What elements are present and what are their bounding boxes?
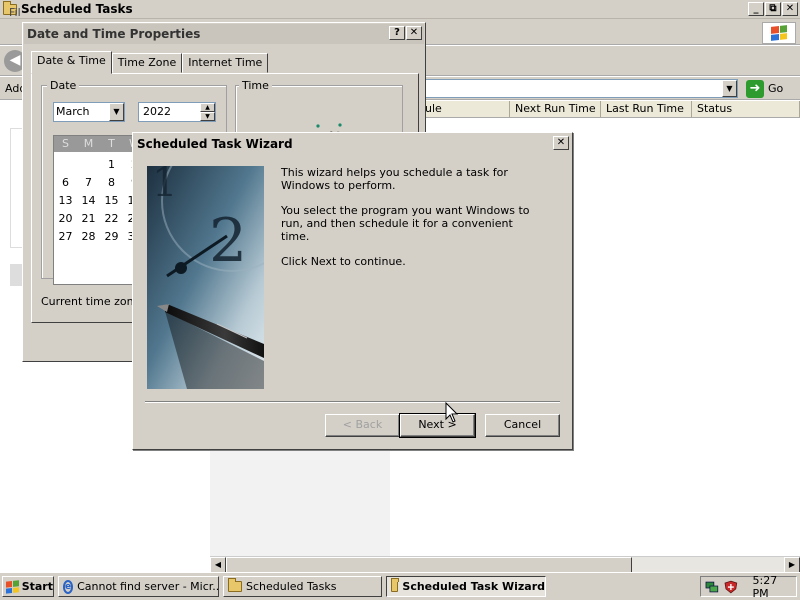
- taskbar-clock: 5:27 PM: [752, 573, 778, 600]
- taskbar-item-browser[interactable]: e Cannot find server - Micr...: [58, 576, 219, 597]
- tab-date-time[interactable]: Date & Time: [31, 51, 112, 74]
- wizard-title: Scheduled Task Wizard: [137, 137, 293, 151]
- calendar-day[interactable]: 29: [100, 228, 123, 246]
- calendar-day[interactable]: [54, 156, 77, 174]
- window-title: Scheduled Tasks: [21, 2, 133, 16]
- chevron-down-icon[interactable]: ▼: [722, 80, 737, 97]
- date-time-close-button[interactable]: ✕: [406, 26, 422, 40]
- system-tray: 5:27 PM: [700, 573, 797, 600]
- year-value: 2022: [143, 105, 171, 118]
- tab-internet-time[interactable]: Internet Time: [182, 53, 269, 73]
- scroll-thumb[interactable]: [226, 557, 632, 573]
- calendar-day[interactable]: 28: [77, 228, 100, 246]
- calendar-day[interactable]: [77, 156, 100, 174]
- address-input[interactable]: [420, 79, 738, 98]
- restore-button[interactable]: ⧉: [765, 2, 781, 16]
- scheduled-tasks-titlebar[interactable]: Scheduled Tasks _ ⧉ ✕: [0, 0, 800, 19]
- go-label: Go: [768, 82, 784, 95]
- column-last-run-time[interactable]: Last Run Time: [601, 101, 692, 118]
- calendar-day[interactable]: 22: [100, 210, 123, 228]
- calendar-day[interactable]: 7: [77, 174, 100, 192]
- task-list-header: ule Next Run Time Last Run Time Status: [420, 101, 800, 118]
- security-shield-tray-icon[interactable]: [724, 580, 738, 594]
- calendar-day[interactable]: 1: [100, 156, 123, 174]
- day-name: T: [108, 137, 115, 150]
- wizard-close-button[interactable]: ✕: [553, 136, 569, 150]
- wizard-titlebar[interactable]: Scheduled Task Wizard: [134, 134, 571, 154]
- list-background: [210, 448, 390, 556]
- column-next-run-time[interactable]: Next Run Time: [510, 101, 601, 118]
- date-group-label: Date: [47, 79, 80, 92]
- windows-logo-icon: [6, 579, 19, 594]
- windows-logo-icon: [762, 22, 796, 44]
- close-button[interactable]: ✕: [782, 2, 798, 16]
- taskbar-item-scheduled-tasks[interactable]: Scheduled Tasks: [223, 576, 382, 597]
- wizard-paragraph-1: This wizard helps you schedule a task fo…: [281, 166, 508, 192]
- wizard-paragraph-2: You select the program you want Windows …: [281, 204, 530, 243]
- day-name: M: [83, 137, 94, 150]
- timezone-label: Current time zone:: [41, 295, 145, 308]
- network-tray-icon[interactable]: [705, 580, 719, 594]
- menu-file[interactable]: Fil: [9, 6, 21, 19]
- scroll-right-icon[interactable]: ▶: [784, 557, 800, 573]
- folder-icon: [228, 578, 242, 592]
- start-label: Start: [21, 580, 53, 593]
- svg-text:2: 2: [209, 206, 247, 276]
- column-status[interactable]: Status: [692, 101, 800, 118]
- wizard-banner-image: 2 1: [147, 166, 264, 389]
- spin-down-icon[interactable]: ▼: [200, 112, 215, 121]
- start-button[interactable]: Start: [2, 576, 54, 597]
- next-button[interactable]: Next >: [399, 413, 476, 438]
- calendar-day[interactable]: 13: [54, 192, 77, 210]
- tab-time-zone[interactable]: Time Zone: [111, 53, 183, 73]
- time-group-label: Time: [239, 79, 272, 92]
- wizard-intro-text: This wizard helps you schedule a task fo…: [281, 166, 541, 280]
- calendar-day[interactable]: 21: [77, 210, 100, 228]
- taskbar-item-label: Scheduled Task Wizard: [402, 580, 545, 593]
- calendar-day[interactable]: 15: [100, 192, 123, 210]
- horizontal-scrollbar[interactable]: ◀ ▶: [210, 556, 800, 573]
- scheduled-task-wizard-dialog: Scheduled Task Wizard ✕ 2 1 This wizard …: [132, 132, 573, 450]
- chevron-down-icon[interactable]: ▼: [109, 103, 124, 121]
- scroll-left-icon[interactable]: ◀: [210, 557, 226, 573]
- wizard-separator: [145, 401, 560, 403]
- taskbar-item-label: Cannot find server - Micr...: [77, 580, 219, 593]
- taskbar-item-label: Scheduled Tasks: [246, 580, 337, 593]
- taskbar-item-wizard[interactable]: Scheduled Task Wizard: [386, 576, 546, 597]
- calendar-day[interactable]: 14: [77, 192, 100, 210]
- back-button[interactable]: < Back: [325, 414, 400, 437]
- spin-up-icon[interactable]: ▲: [200, 103, 215, 112]
- day-name: S: [62, 137, 69, 150]
- calendar-day[interactable]: 20: [54, 210, 77, 228]
- date-time-titlebar[interactable]: Date and Time Properties ? ✕: [24, 24, 424, 44]
- folder-icon: [391, 578, 400, 592]
- wizard-paragraph-3: Click Next to continue.: [281, 255, 406, 268]
- calendar-day[interactable]: 6: [54, 174, 77, 192]
- calendar-day[interactable]: 8: [100, 174, 123, 192]
- go-button[interactable]: ➜ Go: [746, 79, 796, 98]
- go-arrow-icon: ➜: [746, 79, 764, 98]
- mouse-pointer-icon: [445, 402, 459, 423]
- svg-text:1: 1: [152, 166, 177, 206]
- date-time-tabs: Date & Time Time Zone Internet Time: [31, 51, 269, 74]
- month-value: March: [56, 105, 90, 118]
- minimize-button[interactable]: _: [748, 2, 764, 16]
- date-time-title: Date and Time Properties: [27, 27, 201, 41]
- internet-explorer-icon: e: [63, 579, 74, 594]
- calendar-day[interactable]: 27: [54, 228, 77, 246]
- column-schedule[interactable]: ule: [420, 101, 510, 118]
- cancel-button[interactable]: Cancel: [485, 414, 560, 437]
- help-button[interactable]: ?: [389, 26, 405, 40]
